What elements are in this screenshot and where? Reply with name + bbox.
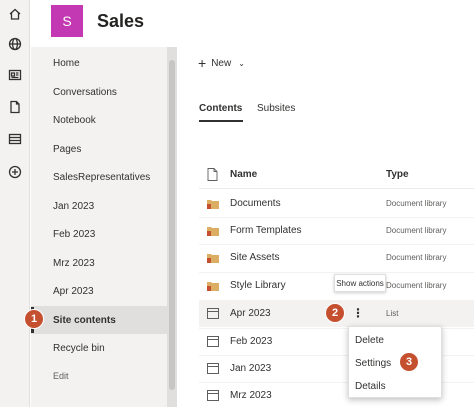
tab-active-indicator	[199, 120, 243, 122]
list-item-type: Document library	[386, 199, 447, 208]
chevron-down-icon: ⌄	[238, 58, 245, 68]
list-item[interactable]: Site Assets Document library	[199, 244, 474, 271]
new-button[interactable]: + New ⌄	[198, 54, 245, 72]
library-icon	[207, 254, 219, 263]
callout-1: 1	[24, 309, 44, 329]
nav-scrollbar-thumb[interactable]	[169, 60, 175, 390]
file-type-icon[interactable]	[207, 168, 218, 181]
add-circle-icon[interactable]	[6, 163, 24, 181]
list-item-name[interactable]: Documents	[230, 190, 281, 217]
menu-item-settings[interactable]: Settings	[355, 354, 391, 372]
nav-item-home[interactable]: Home	[31, 49, 167, 77]
news-icon[interactable]	[6, 66, 24, 84]
list-item-name[interactable]: Feb 2023	[230, 328, 272, 355]
column-header-name[interactable]: Name	[230, 169, 257, 180]
list-item-type: Document library	[386, 253, 447, 262]
library-icon	[207, 227, 219, 236]
list-icon	[207, 363, 219, 374]
list-icon[interactable]	[6, 130, 24, 148]
row-divider	[199, 217, 474, 218]
home-icon[interactable]	[6, 5, 24, 23]
site-title[interactable]: Sales	[97, 11, 144, 32]
list-item-name[interactable]: Jan 2023	[230, 355, 271, 382]
list-item[interactable]: Documents Document library	[199, 190, 474, 217]
new-button-label: New	[211, 57, 232, 69]
site-logo[interactable]: S	[51, 5, 83, 37]
callout-3: 3	[399, 352, 419, 372]
row-divider	[199, 272, 474, 273]
list-item-type: Document library	[386, 281, 447, 290]
list-item-type: List	[386, 309, 399, 318]
more-vertical-icon: ⋮	[352, 306, 364, 320]
list-icon	[207, 336, 219, 347]
tab-subsites[interactable]: Subsites	[257, 103, 295, 119]
list-icon	[207, 308, 219, 319]
list-item-name[interactable]: Style Library	[230, 272, 286, 299]
nav-item-pages[interactable]: Pages	[31, 135, 167, 163]
nav-item-mrz-2023[interactable]: Mrz 2023	[31, 249, 167, 277]
nav-edit-link[interactable]: Edit	[31, 362, 167, 390]
app-rail	[0, 0, 30, 407]
list-item-name[interactable]: Mrz 2023	[230, 382, 272, 407]
nav-item-site-contents[interactable]: Site contents	[31, 306, 167, 334]
list-item[interactable]: Form Templates Document library	[199, 217, 474, 244]
list-header: Name Type	[199, 163, 474, 185]
list-header-divider	[199, 188, 474, 189]
list-item-type: Document library	[386, 226, 447, 235]
library-icon	[207, 282, 219, 291]
callout-2: 2	[325, 303, 345, 323]
nav-item-salesrepresentatives[interactable]: SalesRepresentatives	[31, 163, 167, 191]
nav-item-apr-2023[interactable]: Apr 2023	[31, 277, 167, 305]
nav-item-jan-2023[interactable]: Jan 2023	[31, 192, 167, 220]
context-menu: Delete Settings Details	[348, 326, 442, 398]
show-actions-tooltip: Show actions	[334, 274, 386, 292]
library-icon	[207, 200, 219, 209]
menu-item-details[interactable]: Details	[355, 377, 386, 395]
list-item-name[interactable]: Apr 2023	[230, 300, 271, 327]
nav-item-conversations[interactable]: Conversations	[31, 78, 167, 106]
list-icon	[207, 390, 219, 401]
list-item-name[interactable]: Form Templates	[230, 217, 302, 244]
column-header-type[interactable]: Type	[386, 169, 409, 180]
tab-contents[interactable]: Contents	[199, 103, 242, 119]
nav-item-feb-2023[interactable]: Feb 2023	[31, 220, 167, 248]
document-icon[interactable]	[6, 98, 24, 116]
nav-item-notebook[interactable]: Notebook	[31, 106, 167, 134]
more-actions-button[interactable]: ⋮	[348, 303, 368, 323]
list-item-name[interactable]: Site Assets	[230, 244, 279, 271]
menu-item-delete[interactable]: Delete	[355, 331, 384, 349]
nav-item-recycle-bin[interactable]: Recycle bin	[31, 334, 167, 362]
globe-icon[interactable]	[6, 35, 24, 53]
row-divider	[199, 244, 474, 245]
plus-icon: +	[198, 55, 207, 71]
